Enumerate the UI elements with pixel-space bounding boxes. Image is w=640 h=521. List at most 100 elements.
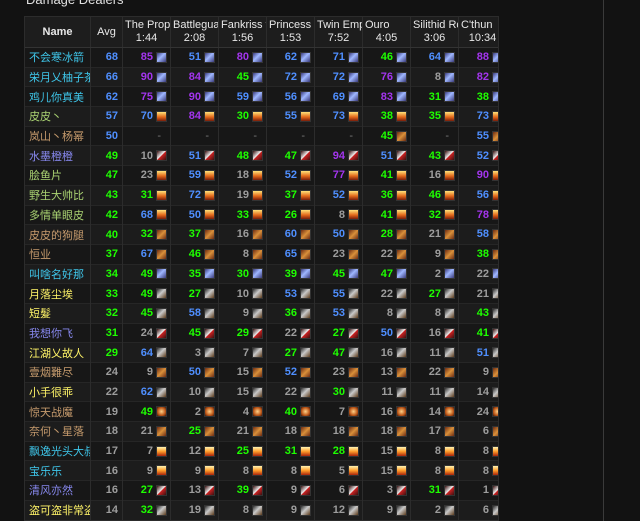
boss-percentile-cell[interactable]: 18: [218, 165, 267, 186]
player-name[interactable]: 清风亦然: [25, 480, 91, 501]
boss-percentile-cell[interactable]: 40: [266, 401, 315, 422]
boss-percentile-cell[interactable]: 56: [266, 86, 315, 107]
boss-percentile-cell[interactable]: 77: [314, 165, 363, 186]
boss-percentile-cell[interactable]: 21: [410, 224, 459, 245]
boss-percentile-cell[interactable]: 22: [266, 381, 315, 402]
table-row[interactable]: 叫啥名好那 34 49 35 30 39 45 47 2 22: [25, 263, 498, 284]
boss-percentile-cell[interactable]: 78: [458, 204, 498, 225]
table-row[interactable]: 壹烟難尽 24 9 50 15 52 23 13 22 9: [25, 362, 498, 383]
boss-percentile-cell[interactable]: 9: [122, 362, 171, 383]
boss-percentile-cell[interactable]: 26: [266, 204, 315, 225]
boss-percentile-cell[interactable]: 76: [362, 66, 411, 87]
boss-percentile-cell[interactable]: 32: [122, 224, 171, 245]
table-row[interactable]: 水墨橙橙 49 10 51 48 47 94 51 43 52: [25, 145, 498, 166]
player-name[interactable]: 野生大帅比: [25, 184, 91, 205]
boss-percentile-cell[interactable]: 12: [314, 499, 363, 520]
boss-percentile-cell[interactable]: 62: [122, 381, 171, 402]
boss-percentile-cell[interactable]: 36: [362, 184, 411, 205]
boss-percentile-cell[interactable]: 38: [362, 106, 411, 127]
table-row[interactable]: 惊天战魔 19 49 2 4 40 7 16 14 24: [25, 401, 498, 422]
boss-percentile-cell[interactable]: 1: [458, 480, 498, 501]
table-row[interactable]: 奈何丶星落 18 21 25 21 18 18 18 17 6: [25, 421, 498, 442]
player-name[interactable]: 叫啥名好那: [25, 263, 91, 284]
boss-percentile-cell[interactable]: 39: [266, 263, 315, 284]
boss-percentile-cell[interactable]: 36: [266, 302, 315, 324]
boss-percentile-cell[interactable]: 8: [410, 66, 459, 87]
boss-percentile-cell[interactable]: 55: [458, 125, 498, 146]
boss-percentile-cell[interactable]: 8: [410, 440, 459, 461]
boss-percentile-cell[interactable]: 49: [122, 263, 171, 284]
boss-percentile-cell[interactable]: 59: [218, 86, 267, 107]
boss-percentile-cell[interactable]: 15: [218, 381, 267, 402]
boss-percentile-cell[interactable]: 6: [458, 499, 498, 520]
boss-percentile-cell[interactable]: 27: [266, 342, 315, 363]
table-row[interactable]: 不会寒冰箭 68 85 51 80 62 71 46 64 88: [25, 47, 498, 68]
table-row[interactable]: 清风亦然 16 27 13 39 9 6 3 31 1: [25, 480, 498, 501]
boss-percentile-cell[interactable]: 8: [218, 499, 267, 520]
boss-percentile-cell[interactable]: 10: [218, 283, 267, 304]
boss-percentile-cell[interactable]: 8: [458, 460, 498, 481]
table-row[interactable]: 野生大帅比 43 31 72 19 37 52 36 46 56: [25, 184, 498, 205]
player-name[interactable]: 小手很乖: [25, 381, 91, 402]
table-row[interactable]: 恒业 37 67 46 8 65 23 22 9 38: [25, 243, 498, 265]
boss-percentile-cell[interactable]: 64: [122, 342, 171, 363]
column-header-boss[interactable]: Twin Emp 7:52: [314, 17, 363, 48]
player-name[interactable]: 水墨橙橙: [25, 145, 91, 166]
boss-percentile-cell[interactable]: 60: [266, 224, 315, 245]
table-row[interactable]: 宝乐乐 16 9 9 8 8 5 15 8 8: [25, 460, 498, 481]
boss-percentile-cell[interactable]: 33: [218, 204, 267, 225]
boss-percentile-cell[interactable]: 88: [458, 47, 498, 68]
boss-percentile-cell[interactable]: 8: [410, 302, 459, 324]
boss-percentile-cell[interactable]: 45: [170, 322, 219, 343]
player-name[interactable]: 我想你飞: [25, 322, 91, 343]
boss-percentile-cell[interactable]: 24: [122, 322, 171, 343]
boss-percentile-cell[interactable]: 8: [314, 204, 363, 225]
player-name[interactable]: 鸡儿你真美: [25, 86, 91, 107]
column-header-boss[interactable]: Princess I 1:53: [266, 17, 315, 48]
boss-percentile-cell[interactable]: 53: [314, 302, 363, 324]
boss-percentile-cell[interactable]: 30: [314, 381, 363, 402]
boss-percentile-cell[interactable]: 31: [122, 184, 171, 205]
boss-percentile-cell[interactable]: 52: [314, 184, 363, 205]
boss-percentile-cell[interactable]: 22: [362, 243, 411, 265]
boss-percentile-cell[interactable]: -: [266, 125, 315, 146]
boss-percentile-cell[interactable]: 22: [458, 263, 498, 284]
boss-percentile-cell[interactable]: 38: [458, 86, 498, 107]
boss-percentile-cell[interactable]: 47: [266, 145, 315, 166]
player-name[interactable]: 皮皮的狗腿: [25, 224, 91, 245]
boss-percentile-cell[interactable]: 46: [410, 184, 459, 205]
player-name[interactable]: 多情单眼皮: [25, 204, 91, 225]
boss-percentile-cell[interactable]: 46: [362, 47, 411, 68]
boss-percentile-cell[interactable]: 23: [314, 362, 363, 383]
boss-percentile-cell[interactable]: 47: [314, 342, 363, 363]
boss-percentile-cell[interactable]: 64: [410, 47, 459, 68]
boss-percentile-cell[interactable]: 45: [218, 66, 267, 87]
boss-percentile-cell[interactable]: 31: [266, 440, 315, 461]
boss-percentile-cell[interactable]: 52: [458, 145, 498, 166]
table-row[interactable]: 皮皮丶 57 70 84 30 55 73 38 35 73: [25, 106, 498, 127]
boss-percentile-cell[interactable]: 69: [314, 86, 363, 107]
boss-percentile-cell[interactable]: -: [218, 125, 267, 146]
player-name[interactable]: 盗可盗非常盗: [25, 499, 91, 520]
boss-percentile-cell[interactable]: 28: [314, 440, 363, 461]
player-name[interactable]: 脍鱼片: [25, 165, 91, 186]
player-name[interactable]: 皮皮丶: [25, 106, 91, 127]
boss-percentile-cell[interactable]: 84: [170, 106, 219, 127]
boss-percentile-cell[interactable]: 4: [218, 401, 267, 422]
boss-percentile-cell[interactable]: 29: [218, 322, 267, 343]
boss-percentile-cell[interactable]: 10: [122, 145, 171, 166]
boss-percentile-cell[interactable]: 31: [410, 86, 459, 107]
boss-percentile-cell[interactable]: 27: [122, 480, 171, 501]
boss-percentile-cell[interactable]: 72: [314, 66, 363, 87]
boss-percentile-cell[interactable]: 37: [170, 224, 219, 245]
boss-percentile-cell[interactable]: 16: [410, 165, 459, 186]
boss-percentile-cell[interactable]: 39: [218, 480, 267, 501]
boss-percentile-cell[interactable]: 45: [314, 263, 363, 284]
player-name[interactable]: 江湖乂故人: [25, 342, 91, 363]
player-name[interactable]: 短髮: [25, 302, 91, 324]
boss-percentile-cell[interactable]: 12: [170, 440, 219, 461]
boss-percentile-cell[interactable]: 2: [170, 401, 219, 422]
boss-percentile-cell[interactable]: 38: [458, 243, 498, 265]
boss-percentile-cell[interactable]: 15: [218, 362, 267, 383]
boss-percentile-cell[interactable]: 11: [362, 381, 411, 402]
